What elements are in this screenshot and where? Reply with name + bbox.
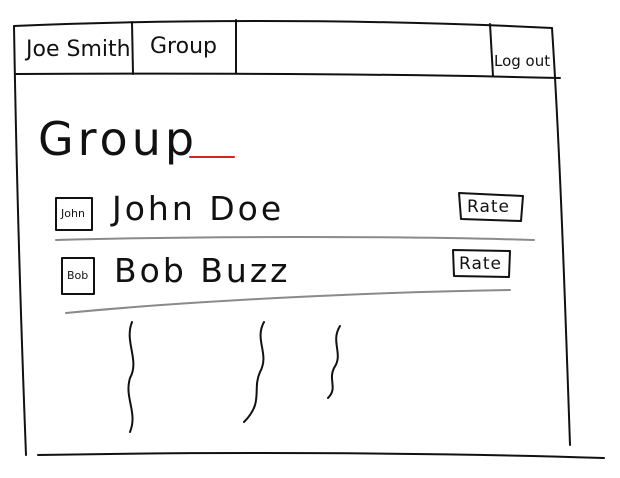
member-name: Bob Buzz xyxy=(114,251,291,290)
avatar: John xyxy=(56,198,92,230)
page-title: Group xyxy=(38,112,199,166)
frame-right-border xyxy=(551,27,571,446)
more-items-squiggle-3 xyxy=(327,325,341,399)
member-name: John Doe xyxy=(112,189,285,228)
tab-group-label: Group xyxy=(150,34,217,59)
logout-label: Log out xyxy=(494,52,551,70)
avatar: Bob xyxy=(62,258,94,294)
rate-button-label: Rate xyxy=(459,254,502,274)
avatar-label: Bob xyxy=(67,269,89,282)
avatar-label: John xyxy=(61,207,85,220)
tab-user-label: Joe Smith xyxy=(26,37,131,62)
member-row: John John Doe Rate xyxy=(56,190,536,238)
rate-button[interactable]: Rate xyxy=(459,193,523,221)
tab-divider-1 xyxy=(131,21,134,75)
member-row: Bob Bob Buzz Rate xyxy=(62,248,522,300)
logout-button[interactable]: Log out xyxy=(492,26,552,76)
rate-button[interactable]: Rate xyxy=(453,250,510,277)
more-items-squiggle-2 xyxy=(243,321,265,423)
tab-group[interactable]: Group xyxy=(134,22,234,72)
rate-button-label: Rate xyxy=(467,197,510,217)
frame-left-border xyxy=(13,25,27,456)
tab-user[interactable]: Joe Smith xyxy=(16,24,131,72)
frame-bottom-border xyxy=(37,452,605,459)
nav-bar-bottom xyxy=(15,72,561,79)
more-items-squiggle-1 xyxy=(127,321,135,433)
